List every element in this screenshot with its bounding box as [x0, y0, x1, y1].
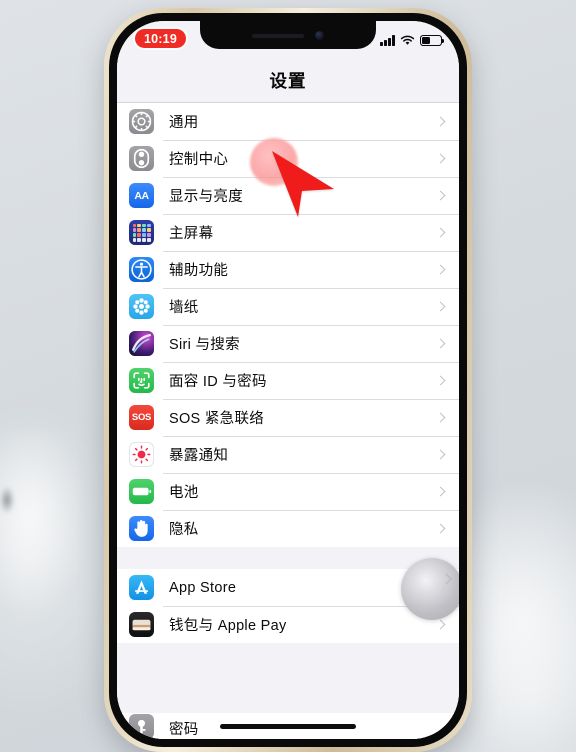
settings-row[interactable]: 面容 ID 与密码: [117, 362, 459, 399]
notch: [200, 21, 376, 49]
settings-row[interactable]: 电池: [117, 473, 459, 510]
chevron-right-icon: [435, 153, 446, 164]
settings-row[interactable]: Siri 与搜索: [117, 325, 459, 362]
sos-icon: SOS: [129, 405, 154, 430]
display-brightness-icon: AA: [129, 183, 154, 208]
device-bezel: 10:19 设置 通用控制中心AA显示与亮度主屏幕辅助功能墙纸Si: [109, 13, 467, 747]
settings-row[interactable]: 隐私: [117, 510, 459, 547]
front-camera-icon: [315, 31, 324, 40]
accessibility-icon: [129, 257, 154, 282]
status-bar: 10:19: [117, 21, 459, 59]
gear-icon: [129, 109, 154, 134]
settings-row-label: 墙纸: [169, 300, 199, 316]
status-bar-indicators: [380, 32, 445, 46]
earpiece-speaker-icon: [252, 33, 304, 38]
passwords-key-icon: [129, 714, 154, 739]
wallet-icon: [129, 612, 154, 637]
exposure-notification-icon: [129, 442, 154, 467]
iphone-device: 10:19 设置 通用控制中心AA显示与亮度主屏幕辅助功能墙纸Si: [104, 8, 472, 752]
settings-row[interactable]: 通用: [117, 103, 459, 140]
face-id-icon: [129, 368, 154, 393]
background-speck: [0, 487, 14, 513]
page-title: 设置: [269, 71, 307, 91]
device-screen: 10:19 设置 通用控制中心AA显示与亮度主屏幕辅助功能墙纸Si: [117, 21, 459, 739]
settings-row[interactable]: 墙纸: [117, 288, 459, 325]
battery-icon: [420, 35, 445, 46]
battery-settings-icon: [129, 479, 154, 504]
home-indicator[interactable]: [220, 724, 356, 729]
chevron-right-icon: [435, 375, 446, 386]
settings-row-label: 隐私: [169, 522, 199, 538]
recording-time-pill[interactable]: 10:19: [135, 29, 186, 48]
chevron-right-icon: [435, 338, 446, 349]
settings-row-label: 主屏幕: [169, 226, 214, 242]
navigation-bar: 设置: [117, 59, 459, 103]
settings-row[interactable]: 暴露通知: [117, 436, 459, 473]
settings-row-label: Siri 与搜索: [169, 337, 240, 353]
red-arrow-cursor: [272, 151, 334, 217]
assistive-touch-button[interactable]: [401, 558, 459, 620]
control-center-icon: [129, 146, 154, 171]
settings-row-label: 暴露通知: [169, 448, 229, 464]
settings-row-label: SOS 紧急联络: [169, 411, 265, 427]
chevron-right-icon: [435, 116, 446, 127]
settings-row-label: 电池: [169, 485, 199, 501]
settings-row-label: 面容 ID 与密码: [169, 374, 267, 390]
chevron-right-icon: [435, 412, 446, 423]
chevron-right-icon: [435, 449, 446, 460]
settings-row-label: 钱包与 Apple Pay: [169, 618, 287, 634]
settings-row[interactable]: 主屏幕: [117, 214, 459, 251]
siri-icon: [129, 331, 154, 356]
settings-row-label: 通用: [169, 115, 199, 131]
settings-row-label: 辅助功能: [169, 263, 229, 279]
chevron-right-icon: [435, 619, 446, 630]
wallpaper-icon: [129, 294, 154, 319]
chevron-right-icon: [435, 264, 446, 275]
app-store-icon: [129, 575, 154, 600]
chevron-right-icon: [435, 190, 446, 201]
chevron-right-icon: [435, 486, 446, 497]
chevron-right-icon: [435, 301, 446, 312]
home-screen-icon: [129, 220, 154, 245]
settings-row[interactable]: 辅助功能: [117, 251, 459, 288]
background-blur-left: [0, 430, 80, 620]
chevron-right-icon: [435, 523, 446, 534]
privacy-hand-icon: [129, 516, 154, 541]
battery-level-fill: [422, 37, 430, 44]
settings-row[interactable]: SOS SOS 紧急联络: [117, 399, 459, 436]
settings-row-label: App Store: [169, 579, 237, 596]
settings-row[interactable]: 钱包与 Apple Pay: [117, 606, 459, 643]
chevron-right-icon: [435, 227, 446, 238]
wifi-icon: [400, 35, 415, 45]
cellular-bars-icon: [380, 35, 395, 46]
